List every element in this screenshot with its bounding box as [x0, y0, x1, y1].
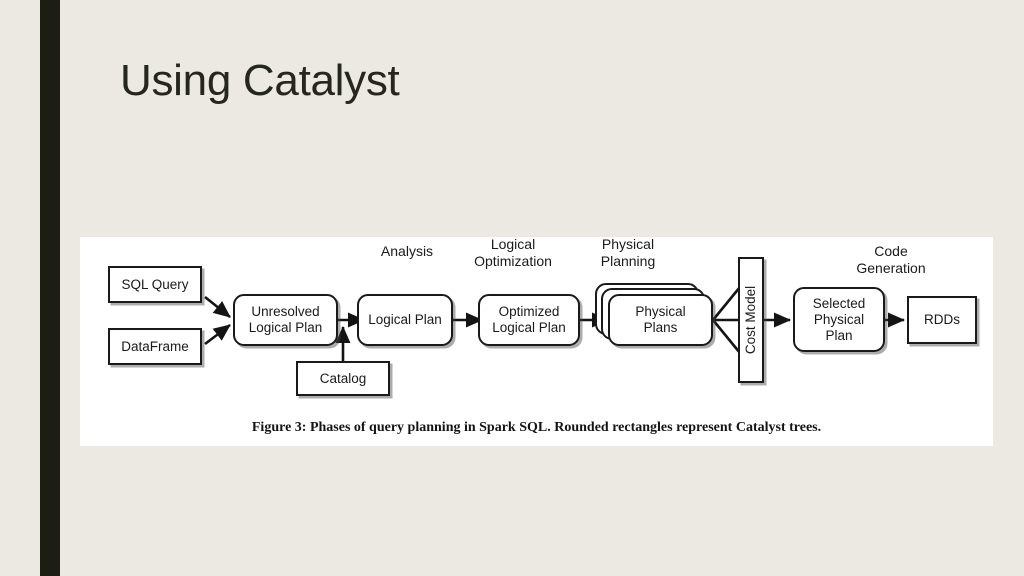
node-cost-model-label: Cost Model	[743, 285, 758, 355]
node-catalog[interactable]: Catalog	[296, 361, 390, 396]
node-physical-plans-label: Physical Plans	[635, 304, 686, 335]
node-rdds[interactable]: RDDs	[907, 296, 977, 344]
node-optimized-logical-plan-label: Optimized Logical Plan	[492, 304, 566, 335]
figure-canvas: Analysis Logical Optimization Physical P…	[80, 236, 993, 446]
node-rdds-label: RDDs	[924, 312, 960, 327]
node-dataframe-label: DataFrame	[121, 338, 189, 354]
node-catalog-label: Catalog	[319, 370, 367, 386]
phase-label-physical-planning: Physical Planning	[600, 236, 656, 269]
node-physical-plans[interactable]: Physical Plans	[608, 294, 713, 346]
node-selected-physical-plan[interactable]: Selected Physical Plan	[793, 287, 885, 352]
node-sql-query-label: SQL Query	[121, 276, 189, 292]
accent-bar	[40, 0, 60, 576]
figure-caption: Figure 3: Phases of query planning in Sp…	[251, 420, 822, 435]
node-selected-physical-plan-label: Selected Physical Plan	[812, 295, 866, 343]
node-unresolved-logical-plan-label: Unresolved Logical Plan	[248, 304, 323, 335]
node-logical-plan[interactable]: Logical Plan	[357, 294, 453, 346]
node-dataframe[interactable]: DataFrame	[108, 328, 202, 365]
node-unresolved-logical-plan[interactable]: Unresolved Logical Plan	[233, 294, 338, 346]
node-cost-model[interactable]: Cost Model	[738, 257, 764, 383]
phase-label-analysis: Analysis	[380, 243, 434, 259]
figure-panel: Analysis Logical Optimization Physical P…	[80, 236, 993, 446]
phase-label-logical-optimization: Logical Optimization	[474, 236, 552, 269]
node-sql-query[interactable]: SQL Query	[108, 266, 202, 303]
phase-label-code-generation: Code Generation	[856, 243, 926, 276]
node-optimized-logical-plan[interactable]: Optimized Logical Plan	[478, 294, 580, 346]
node-logical-plan-label: Logical Plan	[368, 312, 442, 327]
page-title: Using Catalyst	[120, 56, 400, 105]
slide: Using Catalyst Analysis Logical Optimiza…	[0, 0, 1024, 576]
